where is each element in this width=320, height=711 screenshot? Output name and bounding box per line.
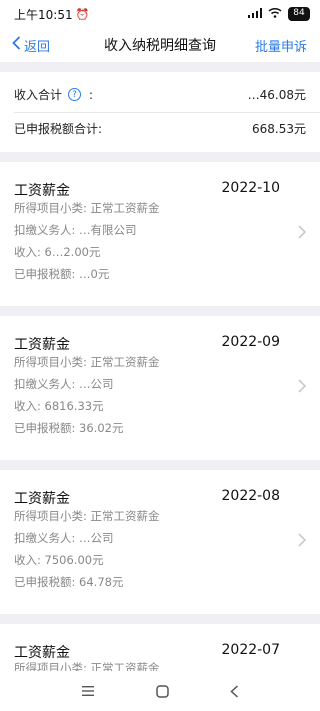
record-type: 工资薪金 xyxy=(14,645,70,661)
record-subtype-label: 所得项目小类: xyxy=(14,355,87,369)
record-withholder-line: 扣缴义务人: …公司 xyxy=(14,376,114,392)
home-icon[interactable] xyxy=(156,684,169,698)
menu-icon[interactable] xyxy=(81,685,95,697)
record-subtype-label: 所得项目小类: xyxy=(14,509,87,523)
status-time: 上午10:51 xyxy=(14,7,73,22)
record-subtype-line: 所得项目小类: 正常工资薪金 xyxy=(14,354,160,370)
status-icons: 84 xyxy=(248,7,310,21)
status-bar: 上午10:51 ⏰ 84 xyxy=(0,0,320,28)
record-tax-line: 已申报税额: 64.78元 xyxy=(14,574,123,590)
record-subtype: 正常工资薪金 xyxy=(90,201,160,215)
tax-total-row: 已申报税额合计: 668.53元 xyxy=(14,120,306,137)
chevron-right-icon xyxy=(298,378,307,397)
record-subtype-line: 所得项目小类: 正常工资薪金 xyxy=(14,200,160,216)
record-income-label: 收入: xyxy=(14,245,41,259)
record-tax: 64.78元 xyxy=(79,575,124,589)
chevron-left-icon xyxy=(12,36,24,54)
tax-total-value: 668.53元 xyxy=(252,122,306,136)
tax-total-label: 已申报税额合计: xyxy=(14,122,103,136)
income-record-item[interactable]: 工资薪金 2022-08 所得项目小类: 正常工资薪金 扣缴义务人: …公司 收… xyxy=(0,470,320,614)
record-subtype-label: 所得项目小类: xyxy=(14,201,87,215)
chevron-right-icon xyxy=(298,532,307,551)
record-withholder: …公司 xyxy=(79,531,114,545)
alarm-icon: ⏰ xyxy=(75,7,90,21)
system-nav-bar xyxy=(0,671,320,711)
signal-icon xyxy=(248,7,262,21)
record-subtype-line: 所得项目小类: 正常工资薪金 xyxy=(14,508,160,524)
record-subtype: 正常工资薪金 xyxy=(90,355,160,369)
income-record-item[interactable]: 工资薪金 2022-09 所得项目小类: 正常工资薪金 扣缴义务人: …公司 收… xyxy=(0,316,320,460)
record-withholder: …公司 xyxy=(79,377,114,391)
chevron-right-icon xyxy=(298,224,307,243)
record-subtype: 正常工资薪金 xyxy=(90,509,160,523)
record-period: 2022-07 xyxy=(221,642,281,658)
nav-bar: 返回 收入纳税明细查询 批量申诉 xyxy=(0,28,320,62)
question-circle-icon[interactable]: ? xyxy=(68,88,82,101)
record-income: 7506.00元 xyxy=(44,553,104,567)
record-tax: 36.02元 xyxy=(79,421,124,435)
divider xyxy=(14,112,320,113)
record-tax-line: 已申报税额: …0元 xyxy=(14,266,109,282)
income-total-colon: : xyxy=(89,87,94,102)
record-tax-label: 已申报税额: xyxy=(14,267,76,281)
income-record-item[interactable]: 工资薪金 2022-10 所得项目小类: 正常工资薪金 扣缴义务人: …有限公司… xyxy=(0,162,320,306)
record-income-line: 收入: 6816.33元 xyxy=(14,398,104,414)
record-tax: …0元 xyxy=(79,267,110,281)
wifi-icon xyxy=(268,7,282,21)
income-record-item[interactable]: 工资薪金 2022-07 所得项目小类: 正常工资薪金 xyxy=(0,624,320,675)
record-withholder-line: 扣缴义务人: …有限公司 xyxy=(14,222,137,238)
income-total-row: 收入合计 ? : …46.08元 xyxy=(14,86,306,103)
battery-icon: 84 xyxy=(288,7,310,21)
record-tax-line: 已申报税额: 36.02元 xyxy=(14,420,123,436)
record-type: 工资薪金 xyxy=(14,183,70,199)
record-withholder-line: 扣缴义务人: …公司 xyxy=(14,530,114,546)
summary-card: 收入合计 ? : …46.08元 已申报税额合计: 668.53元 xyxy=(0,72,320,152)
batch-appeal-button[interactable]: 批量申诉 xyxy=(255,36,307,55)
back-button[interactable]: 返回 xyxy=(12,36,50,55)
record-period: 2022-08 xyxy=(221,488,281,504)
record-income-line: 收入: 6…2.00元 xyxy=(14,244,100,260)
record-income-label: 收入: xyxy=(14,553,41,567)
record-withholder-label: 扣缴义务人: xyxy=(14,223,76,237)
record-income-label: 收入: xyxy=(14,399,41,413)
record-income: 6816.33元 xyxy=(44,399,104,413)
record-income: 6…2.00元 xyxy=(44,245,101,259)
back-icon[interactable] xyxy=(230,684,239,698)
record-withholder-label: 扣缴义务人: xyxy=(14,377,76,391)
record-type: 工资薪金 xyxy=(14,491,70,507)
record-type: 工资薪金 xyxy=(14,337,70,353)
income-total-value: …46.08元 xyxy=(247,88,306,102)
record-tax-label: 已申报税额: xyxy=(14,575,76,589)
record-period: 2022-09 xyxy=(221,334,281,350)
income-total-label: 收入合计 xyxy=(14,88,63,102)
back-label: 返回 xyxy=(24,39,51,55)
record-income-line: 收入: 7506.00元 xyxy=(14,552,104,568)
record-withholder: …有限公司 xyxy=(79,223,137,237)
record-tax-label: 已申报税额: xyxy=(14,421,76,435)
record-withholder-label: 扣缴义务人: xyxy=(14,531,76,545)
record-period: 2022-10 xyxy=(221,180,281,196)
